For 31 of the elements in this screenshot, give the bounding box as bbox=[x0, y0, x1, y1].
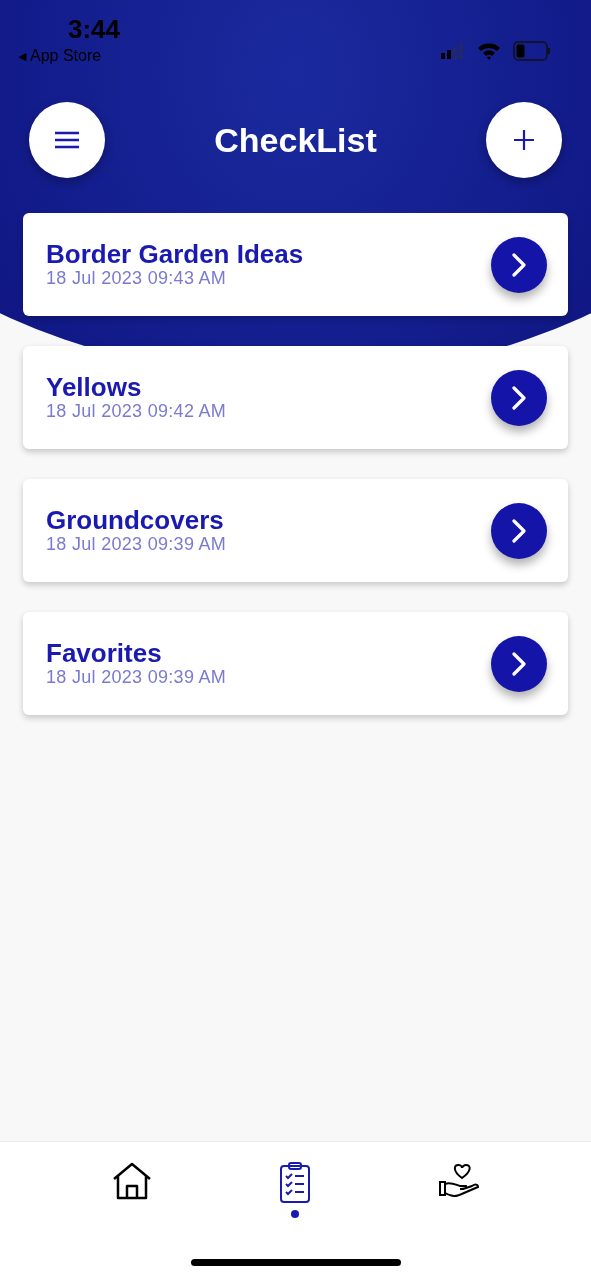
clipboard-checklist-icon bbox=[279, 1162, 312, 1204]
wifi-icon bbox=[477, 42, 501, 60]
checklist-date: 18 Jul 2023 09:39 AM bbox=[46, 667, 227, 689]
chevron-right-icon bbox=[512, 651, 526, 676]
screen-title: CheckList bbox=[214, 120, 377, 160]
checklist-name: Groundcovers bbox=[46, 505, 224, 535]
active-dot bbox=[291, 1210, 300, 1218]
open-button[interactable] bbox=[491, 635, 547, 692]
checklist-name: Border Garden Ideas bbox=[46, 239, 304, 269]
checklist-card[interactable]: Groundcovers 18 Jul 2023 09:39 AM bbox=[23, 479, 568, 582]
open-button[interactable] bbox=[491, 369, 547, 426]
checklist-card[interactable]: Favorites 18 Jul 2023 09:39 AM bbox=[23, 612, 568, 715]
plus-icon bbox=[514, 130, 534, 150]
menu-icon bbox=[55, 131, 79, 149]
checklist-card[interactable]: Yellows 18 Jul 2023 09:42 AM bbox=[23, 346, 568, 449]
checklist-date: 18 Jul 2023 09:39 AM bbox=[46, 534, 227, 556]
checklist-name: Favorites bbox=[46, 638, 162, 668]
checklist-date: 18 Jul 2023 09:42 AM bbox=[46, 401, 227, 423]
checklist-name: Yellows bbox=[46, 372, 142, 402]
chevron-right-icon bbox=[512, 385, 526, 410]
signal-icon bbox=[441, 43, 465, 59]
hand-heart-icon bbox=[438, 1162, 481, 1200]
home-icon bbox=[111, 1162, 152, 1202]
checklist-card[interactable]: Border Garden Ideas 18 Jul 2023 09:43 AM bbox=[23, 213, 568, 316]
open-button[interactable] bbox=[491, 502, 547, 559]
checklist-date: 18 Jul 2023 09:43 AM bbox=[46, 268, 227, 290]
chevron-right-icon bbox=[512, 252, 526, 277]
open-button[interactable] bbox=[491, 236, 547, 293]
chevron-right-icon bbox=[512, 518, 526, 543]
status-time: 3:44 bbox=[68, 14, 121, 45]
battery-icon bbox=[513, 41, 551, 61]
